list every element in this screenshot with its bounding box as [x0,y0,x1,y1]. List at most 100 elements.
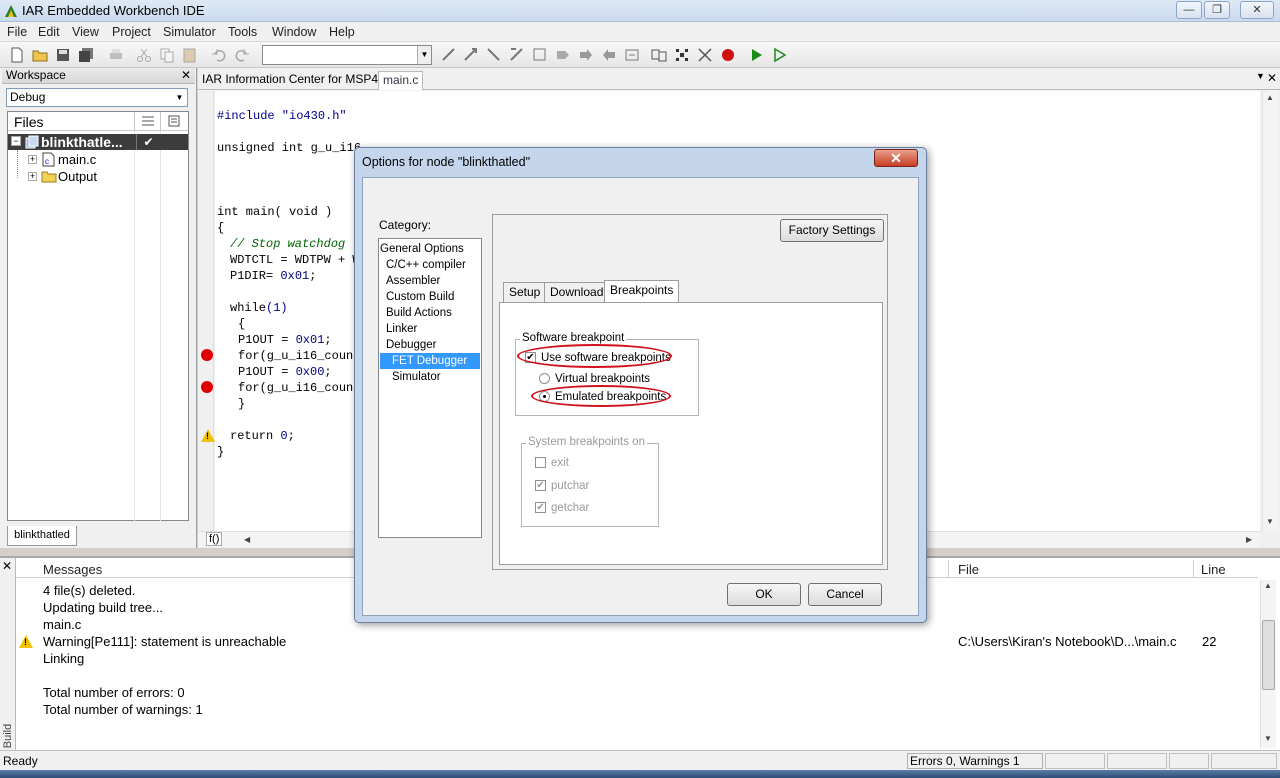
next-bookmark-icon[interactable] [462,46,480,64]
collapse-toggle-icon[interactable]: − [11,136,21,146]
save-icon[interactable] [54,46,72,64]
chevron-down-icon[interactable]: ▼ [173,90,186,105]
function-list-button[interactable]: f() [206,532,223,546]
build-options-icon[interactable] [696,46,714,64]
compile-icon[interactable] [623,46,641,64]
scroll-right-icon[interactable]: ▶ [1246,535,1252,544]
menu-view[interactable]: View [72,25,99,39]
cut-icon[interactable] [135,46,153,64]
tab-main-c[interactable]: main.c [378,71,424,90]
copy-icon[interactable] [158,46,176,64]
expand-toggle-icon[interactable]: + [28,155,37,164]
paste-icon[interactable] [181,46,199,64]
message-file[interactable]: C:\Users\Kiran's Notebook\D...\main.c [958,634,1177,649]
download-and-debug-icon[interactable] [748,46,766,64]
category-list[interactable]: General Options C/C++ compiler Assembler… [378,238,482,538]
close-icon[interactable]: ✕ [181,68,191,83]
tab-list-chevron-icon[interactable]: ▼ [1256,71,1265,81]
category-fet-debugger[interactable]: FET Debugger [380,353,480,369]
line-column-header[interactable]: Line [1201,562,1226,577]
tab-setup[interactable]: Setup [503,282,547,302]
workspace-tab-blinkthatled[interactable]: blinkthatled [7,526,77,546]
new-file-icon[interactable] [8,46,26,64]
scroll-up-icon[interactable]: ▲ [1266,93,1274,102]
virtual-breakpoints-radio[interactable]: Virtual breakpoints [539,373,650,385]
system-breakpoint-putchar-checkbox[interactable]: ✔ putchar [535,480,589,492]
message-row[interactable]: Warning[Pe111]: statement is unreachable [43,634,286,649]
menu-file[interactable]: File [7,25,27,39]
menu-tools[interactable]: Tools [228,25,257,39]
close-icon[interactable]: ✕ [1267,71,1277,85]
print-icon[interactable] [107,46,125,64]
find-icon[interactable] [485,46,503,64]
checkbox-checked-icon[interactable]: ✔ [535,502,546,514]
system-breakpoint-exit-checkbox[interactable]: exit [535,457,569,469]
message-row[interactable]: Total number of errors: 0 [43,685,185,700]
tree-item-main-c[interactable]: + c main.c [8,152,188,168]
scroll-left-icon[interactable]: ◀ [244,535,250,544]
menu-help[interactable]: Help [329,25,355,39]
cancel-button[interactable]: Cancel [808,583,882,606]
find-next-icon[interactable] [508,46,526,64]
redo-icon[interactable] [233,46,251,64]
project-node[interactable]: − blinkthatle... ✔ [8,134,188,150]
navigate-backward-icon[interactable] [600,46,618,64]
menu-simulator[interactable]: Simulator [163,25,216,39]
category-debugger[interactable]: Debugger [379,337,481,353]
chevron-down-icon[interactable]: ▼ [417,46,431,64]
toggle-bookmark-icon[interactable] [440,46,458,64]
save-all-icon[interactable] [77,46,95,64]
system-breakpoint-getchar-checkbox[interactable]: ✔ getchar [535,502,589,514]
scroll-up-icon[interactable]: ▲ [1264,581,1272,590]
category-c-cpp-compiler[interactable]: C/C++ compiler [379,257,481,273]
close-icon[interactable]: ✕ [2,559,12,573]
message-row[interactable]: main.c [43,617,81,632]
expand-toggle-icon[interactable]: + [28,172,37,181]
tab-iar-information-center[interactable]: IAR Information Center for MSP430 [198,71,395,90]
toggle-breakpoint-icon[interactable] [719,46,737,64]
minimize-button[interactable]: — [1176,1,1202,19]
ok-button[interactable]: OK [727,583,801,606]
replace-icon[interactable] [531,46,549,64]
tab-breakpoints[interactable]: Breakpoints [604,280,680,302]
tab-download[interactable]: Download [544,282,610,302]
radio-icon[interactable] [539,373,550,385]
make-icon[interactable] [650,46,668,64]
goto-icon[interactable] [554,46,572,64]
menu-project[interactable]: Project [112,25,151,39]
message-row[interactable]: Total number of warnings: 1 [43,702,203,717]
category-linker[interactable]: Linker [379,321,481,337]
configuration-select[interactable]: Debug ▼ [6,88,188,107]
menu-edit[interactable]: Edit [38,25,60,39]
message-row[interactable]: Updating build tree... [43,600,163,615]
close-window-button[interactable]: ✕ [1240,1,1274,19]
editor-gutter[interactable] [198,91,214,531]
debug-without-download-icon[interactable] [771,46,789,64]
editor-vertical-scrollbar[interactable]: ▲ ▼ [1262,91,1278,531]
breakpoint-icon[interactable] [201,349,213,361]
category-custom-build[interactable]: Custom Build [379,289,481,305]
message-row[interactable]: 4 file(s) deleted. [43,583,136,598]
navigate-forward-icon[interactable] [577,46,595,64]
message-row[interactable]: Linking [43,651,84,666]
scroll-down-icon[interactable]: ▼ [1264,734,1272,743]
build-status-column-icon[interactable] [134,112,160,131]
scroll-down-icon[interactable]: ▼ [1266,517,1274,526]
factory-settings-button[interactable]: Factory Settings [780,219,884,242]
category-build-actions[interactable]: Build Actions [379,305,481,321]
find-combo[interactable]: ▼ [262,45,432,65]
build-tab-label[interactable]: Build [2,724,14,748]
open-folder-icon[interactable] [31,46,49,64]
category-assembler[interactable]: Assembler [379,273,481,289]
options-column-icon[interactable] [160,112,188,131]
messages-column-header[interactable]: Messages [43,562,102,577]
breakpoint-icon[interactable] [201,381,213,393]
category-simulator[interactable]: Simulator [379,369,481,385]
dialog-close-button[interactable]: ✕ [874,149,918,167]
stop-build-icon[interactable] [673,46,691,64]
checkbox-checked-icon[interactable]: ✔ [535,480,546,492]
checkbox-icon[interactable] [535,457,546,469]
scroll-thumb[interactable] [1262,620,1275,690]
menu-window[interactable]: Window [272,25,316,39]
undo-icon[interactable] [210,46,228,64]
